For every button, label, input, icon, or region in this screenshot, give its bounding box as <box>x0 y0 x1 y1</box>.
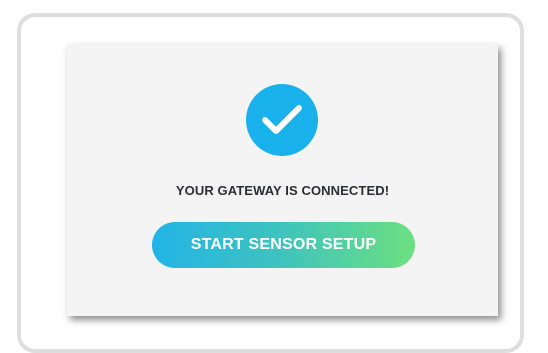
start-sensor-setup-button[interactable]: START SENSOR SETUP <box>152 222 415 268</box>
check-circle-icon <box>246 84 318 156</box>
checkmark-icon <box>262 105 302 134</box>
connection-status-title: YOUR GATEWAY IS CONNECTED! <box>175 183 390 198</box>
connection-card: YOUR GATEWAY IS CONNECTED! START SENSOR … <box>67 44 498 316</box>
